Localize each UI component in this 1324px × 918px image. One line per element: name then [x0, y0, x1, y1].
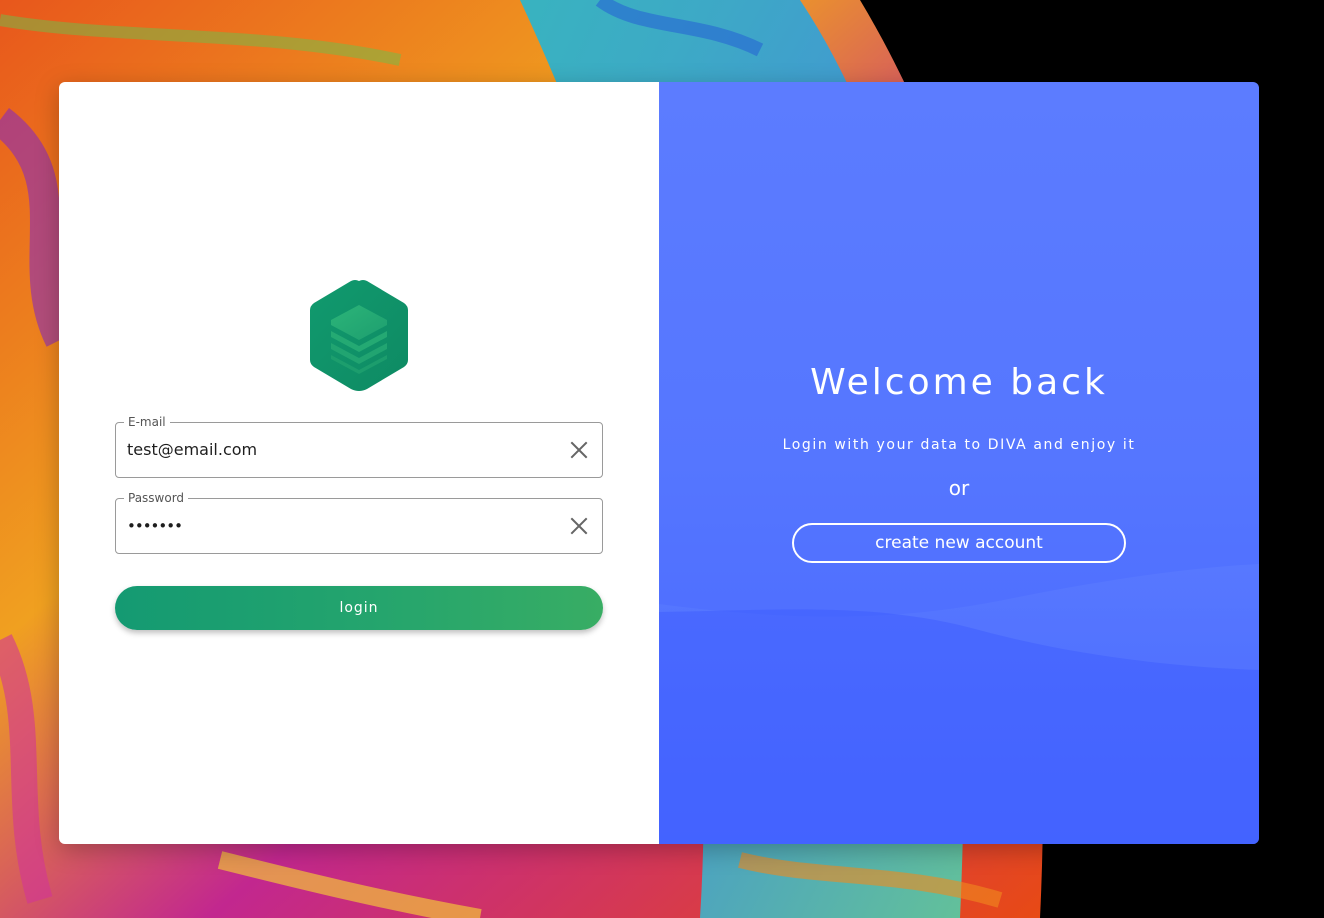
create-account-button[interactable]: create new account — [792, 523, 1126, 563]
hexagon-layers-logo — [310, 280, 408, 391]
password-input[interactable]: ••••••• — [127, 499, 547, 553]
login-panel: E-mail Password ••••••• login — [59, 82, 659, 844]
login-button[interactable]: login — [115, 586, 603, 630]
wave-decoration — [659, 564, 1259, 844]
welcome-subtitle: Login with your data to DIVA and enjoy i… — [782, 437, 1136, 453]
close-icon[interactable] — [568, 439, 590, 461]
welcome-panel: Welcome back Login with your data to DIV… — [659, 82, 1259, 844]
password-field[interactable]: Password ••••••• — [115, 490, 603, 554]
close-icon[interactable] — [568, 515, 590, 537]
welcome-title: Welcome back — [810, 362, 1108, 403]
email-input[interactable] — [127, 423, 547, 477]
or-separator: or — [948, 476, 970, 500]
login-card: E-mail Password ••••••• login — [59, 82, 1259, 844]
email-field[interactable]: E-mail — [115, 414, 603, 478]
